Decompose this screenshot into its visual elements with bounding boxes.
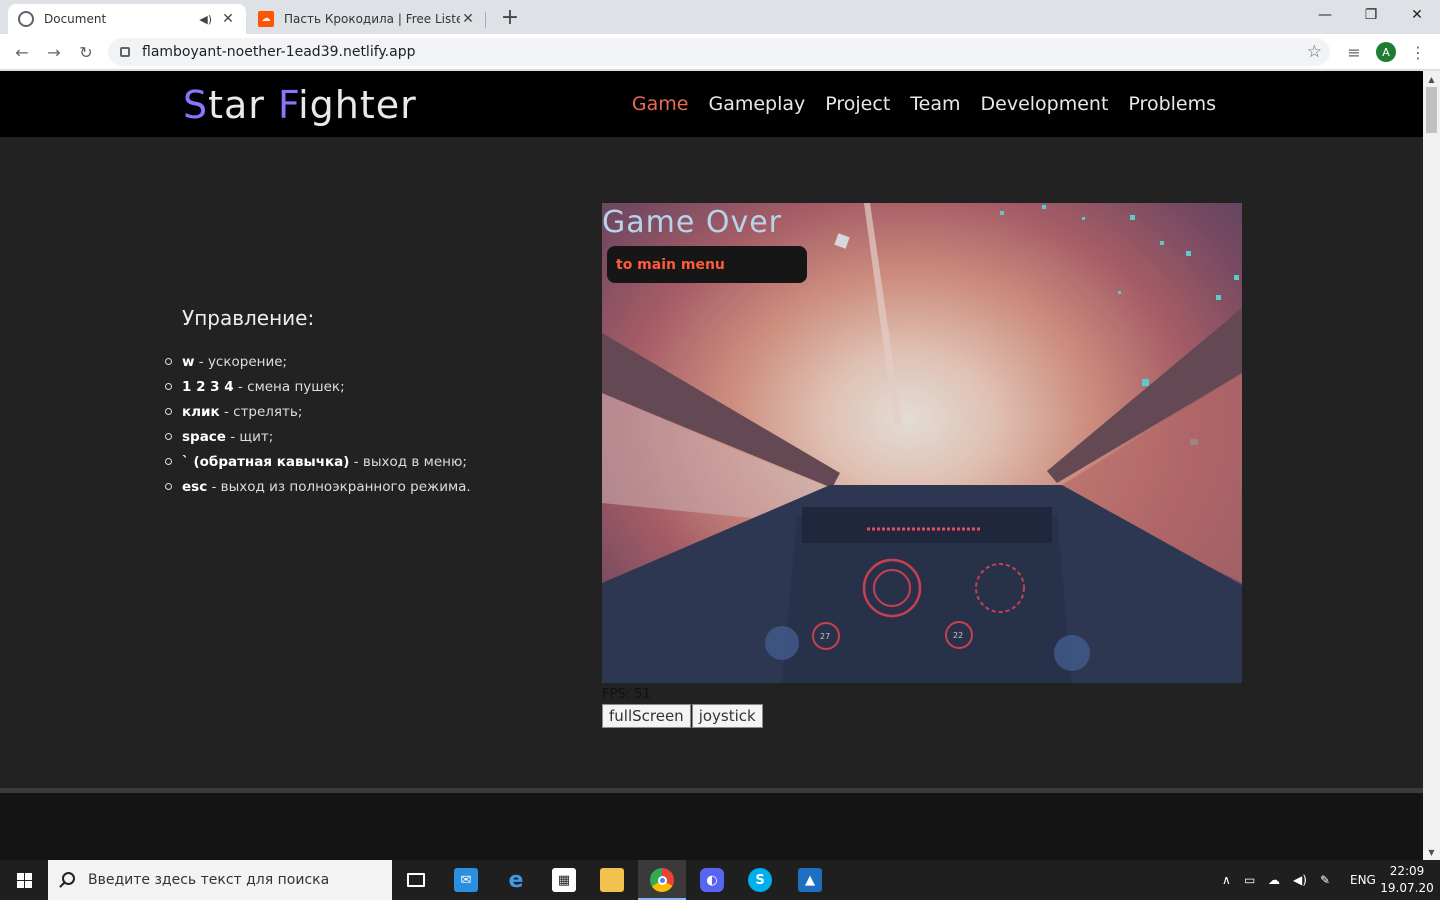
browser-toolbar: ← → ↻ flamboyant-noether-1ead39.netlify.…	[0, 34, 1440, 70]
tab-soundcloud[interactable]: ☁ Пасть Крокодила | Free Listening ✕	[248, 4, 486, 34]
fps-counter: FPS: 51	[602, 687, 651, 702]
back-arrow-icon[interactable]: ←	[10, 40, 34, 64]
volume-icon[interactable]: ◀)	[1293, 860, 1307, 900]
to-main-menu-button[interactable]: to main menu	[607, 246, 807, 283]
page-viewport: Star Fighter Game Gameplay Project Team …	[0, 71, 1423, 860]
skype-icon[interactable]: S	[736, 860, 784, 900]
tab-title: Пасть Крокодила | Free Listening	[284, 12, 460, 26]
search-icon	[62, 872, 75, 885]
chrome-icon[interactable]	[638, 860, 686, 900]
new-tab-button[interactable]: +	[498, 5, 522, 30]
game-over-title: Game Over	[602, 205, 783, 240]
nav-team[interactable]: Team	[910, 93, 960, 115]
speaker-icon[interactable]: ◀)	[199, 13, 212, 26]
scroll-up-icon[interactable]: ▲	[1423, 71, 1440, 87]
lock-icon	[120, 47, 130, 57]
close-window-button[interactable]: ✕	[1394, 0, 1440, 30]
tab-document[interactable]: Document ◀) ✕	[8, 4, 246, 34]
nav-problems[interactable]: Problems	[1128, 93, 1216, 115]
game-buttons: fullScreen joystick	[602, 704, 763, 728]
close-tab-icon[interactable]: ✕	[220, 11, 236, 27]
forward-arrow-icon[interactable]: →	[42, 40, 66, 64]
onedrive-icon[interactable]: ☁	[1268, 860, 1280, 900]
network-icon[interactable]: ▭	[1244, 860, 1255, 900]
site-footer	[0, 793, 1423, 860]
nav-game[interactable]: Game	[632, 93, 689, 115]
game-canvas[interactable]: 27 22 Game Over to main menu	[602, 203, 1242, 683]
store-icon[interactable]: ▦	[540, 860, 588, 900]
task-view-icon[interactable]	[392, 860, 440, 900]
list-item: клик - стрелять;	[165, 402, 471, 427]
media-control-icon[interactable]: ≡	[1342, 40, 1366, 64]
joystick-button[interactable]: joystick	[691, 704, 763, 728]
tab-title: Document	[44, 12, 107, 26]
site-header: Star Fighter Game Gameplay Project Team …	[0, 71, 1423, 137]
language-indicator[interactable]: ENG	[1350, 860, 1376, 900]
close-tab-icon[interactable]: ✕	[460, 11, 476, 27]
globe-icon	[18, 11, 34, 27]
photos-icon[interactable]: ▲	[786, 860, 834, 900]
show-hidden-icons-icon[interactable]: ∧	[1222, 860, 1231, 900]
address-bar[interactable]: flamboyant-noether-1ead39.netlify.app ☆	[108, 38, 1330, 66]
list-item: esc - выход из полноэкранного режима.	[165, 477, 471, 502]
list-item: 1 2 3 4 - смена пушек;	[165, 377, 471, 402]
nav-project[interactable]: Project	[825, 93, 890, 115]
list-item: ` (обратная кавычка) - выход в меню;	[165, 452, 471, 477]
nav-gameplay[interactable]: Gameplay	[708, 93, 805, 115]
soundcloud-icon: ☁	[258, 11, 274, 27]
controls-heading: Управление:	[182, 306, 315, 330]
taskbar: Введите здесь текст для поиска ✉ e ▦ ◐ S…	[0, 860, 1440, 900]
url-text: flamboyant-noether-1ead39.netlify.app	[142, 44, 416, 60]
scroll-thumb[interactable]	[1426, 87, 1437, 133]
profile-avatar[interactable]: A	[1376, 42, 1396, 62]
windows-start-icon[interactable]	[0, 860, 48, 900]
minimize-button[interactable]: —	[1302, 0, 1348, 30]
main-nav: Game Gameplay Project Team Development P…	[632, 93, 1216, 115]
file-explorer-icon[interactable]	[588, 860, 636, 900]
fullscreen-button[interactable]: fullScreen	[602, 704, 691, 728]
page-scrollbar[interactable]: ▲ ▼	[1423, 71, 1440, 860]
maximize-button[interactable]: ❐	[1348, 0, 1394, 30]
nav-development[interactable]: Development	[981, 93, 1109, 115]
mail-icon[interactable]: ✉	[442, 860, 490, 900]
pen-icon[interactable]: ✎	[1320, 860, 1330, 900]
list-item: space - щит;	[165, 427, 471, 452]
reload-icon[interactable]: ↻	[74, 40, 98, 64]
list-item: w - ускорение;	[165, 352, 471, 377]
edge-icon[interactable]: e	[492, 860, 540, 900]
menu-kebab-icon[interactable]: ⋮	[1406, 40, 1430, 64]
discord-icon[interactable]: ◐	[688, 860, 736, 900]
clock[interactable]: 22:09 19.07.20	[1378, 863, 1436, 897]
taskbar-search-input[interactable]: Введите здесь текст для поиска	[48, 860, 392, 900]
bookmark-star-icon[interactable]: ☆	[1307, 42, 1322, 62]
tab-strip: Document ◀) ✕ ☁ Пасть Крокодила | Free L…	[0, 0, 1440, 34]
site-logo[interactable]: Star Fighter	[183, 83, 417, 127]
scroll-down-icon[interactable]: ▼	[1423, 844, 1440, 860]
controls-list: w - ускорение; 1 2 3 4 - смена пушек; кл…	[165, 352, 471, 502]
